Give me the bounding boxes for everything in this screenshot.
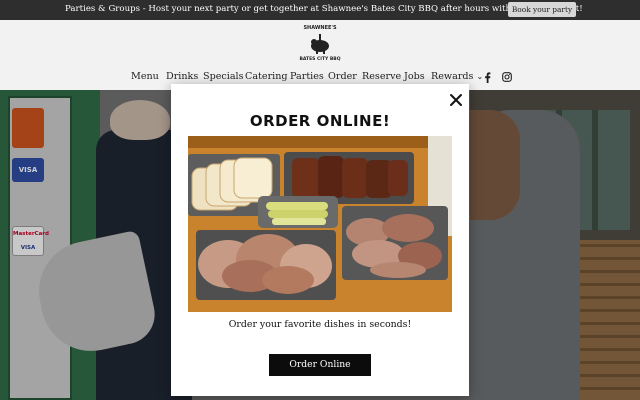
nav-item-catering[interactable]: Catering xyxy=(245,71,288,82)
announcement-text: Parties & Groups - Host your next party … xyxy=(65,4,583,14)
logo[interactable]: SHAWNEE'S BATES CITY BBQ xyxy=(299,23,341,65)
modal-subtitle: Order your favorite dishes in seconds! xyxy=(228,319,412,330)
modal-title: ORDER ONLINE! xyxy=(249,112,391,130)
nav-item-jobs[interactable]: Jobs xyxy=(404,71,425,82)
logo-top-text: SHAWNEE'S xyxy=(303,25,337,31)
announcement-bar: Parties & Groups - Host your next party … xyxy=(0,0,640,20)
pickles xyxy=(266,202,328,225)
nav-item-reserve[interactable]: Reserve xyxy=(362,71,401,82)
nav-item-order[interactable]: Order xyxy=(328,71,357,82)
nav-item-rewards[interactable]: Rewards ⌄ xyxy=(431,71,483,82)
nav-item-menu[interactable]: Menu xyxy=(131,71,159,82)
bbq-platter-image xyxy=(188,136,452,312)
logo-bottom-text: BATES CITY BBQ xyxy=(299,57,341,62)
table-edge xyxy=(188,136,452,148)
pig-logo-icon xyxy=(311,34,329,54)
order-online-modal: ORDER ONLINE! Order your favorite dishes… xyxy=(171,84,469,396)
nav-item-parties[interactable]: Parties xyxy=(290,71,324,82)
nav-item-rewards-label: Rewards xyxy=(431,71,474,82)
site-header: SHAWNEE'S BATES CITY BBQ Menu Drinks Spe… xyxy=(0,20,640,90)
nav-item-drinks[interactable]: Drinks xyxy=(166,71,198,82)
book-party-button[interactable]: Book your party xyxy=(508,2,576,17)
ribs xyxy=(292,156,408,198)
chevron-down-icon: ⌄ xyxy=(476,72,484,81)
order-online-button[interactable]: Order Online xyxy=(269,354,371,376)
main-nav: Menu Drinks Specials Catering Parties Or… xyxy=(0,71,640,85)
close-icon[interactable] xyxy=(449,93,463,107)
instagram-icon[interactable] xyxy=(502,72,512,82)
facebook-icon[interactable] xyxy=(484,72,491,83)
nav-item-specials[interactable]: Specials xyxy=(203,71,244,82)
